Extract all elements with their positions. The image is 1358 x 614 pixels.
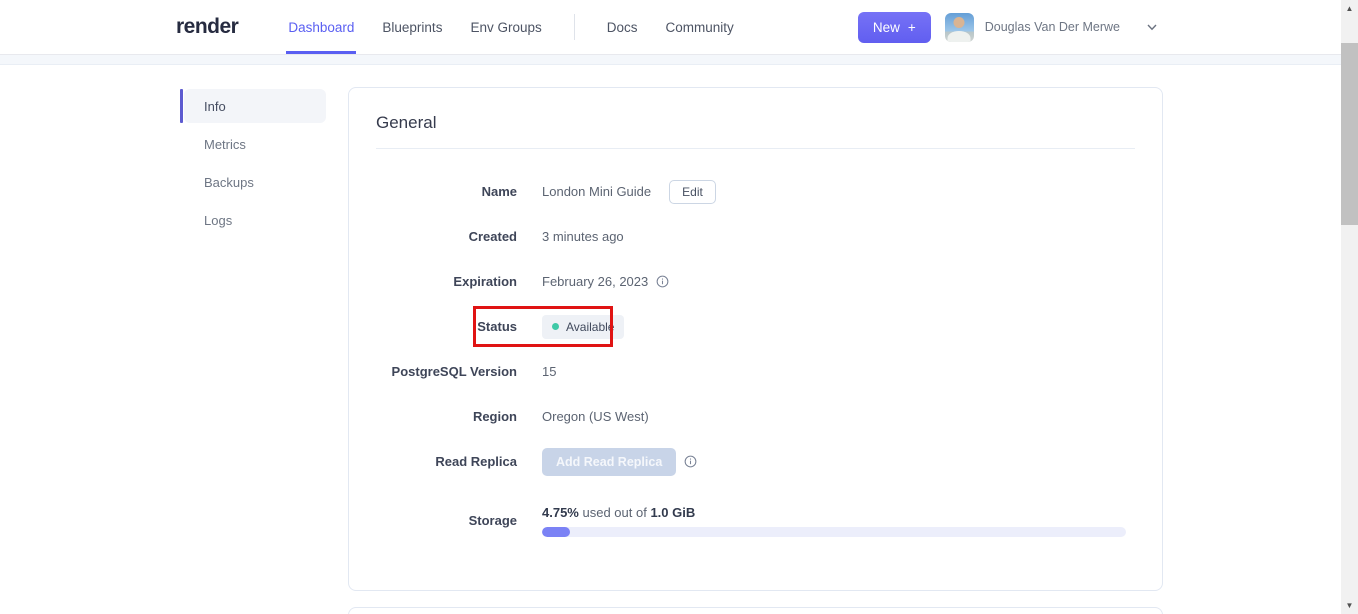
nav-right: New + Douglas Van Der Merwe: [857, 11, 1158, 43]
add-read-replica-button[interactable]: Add Read Replica: [542, 447, 677, 476]
expiration-row: Expiration February 26, 2023: [376, 259, 1135, 304]
scroll-down-arrow-icon[interactable]: ▼: [1341, 597, 1358, 614]
sidebar-item-metrics[interactable]: Metrics: [184, 127, 326, 161]
subnav-strip: [0, 55, 1358, 65]
storage-text: 4.75% used out of 1.0 GiB: [542, 505, 1126, 520]
chevron-down-icon[interactable]: [1146, 21, 1158, 33]
postgres-version-value: 15: [542, 364, 557, 379]
expiration-label: Expiration: [453, 274, 517, 289]
name-value: London Mini Guide: [542, 184, 652, 199]
status-dot-icon: [552, 323, 559, 330]
plus-icon: +: [907, 19, 916, 35]
storage-percent: 4.75%: [542, 504, 579, 520]
nav-links: Dashboard Blueprints Env Groups Docs Com…: [286, 14, 734, 54]
info-icon[interactable]: [684, 455, 697, 468]
top-navbar: render Dashboard Blueprints Env Groups D…: [0, 0, 1358, 55]
postgres-version-row: PostgreSQL Version 15: [376, 349, 1135, 394]
render-logo[interactable]: render: [176, 15, 239, 39]
storage-row: Storage 4.75% used out of 1.0 GiB: [376, 498, 1135, 543]
nav-link-blueprints[interactable]: Blueprints: [382, 20, 442, 35]
postgres-version-label: PostgreSQL Version: [391, 364, 517, 379]
read-replica-value-group: Add Read Replica: [542, 447, 697, 476]
read-replica-label: Read Replica: [435, 454, 517, 469]
user-name[interactable]: Douglas Van Der Merwe: [985, 20, 1120, 34]
avatar[interactable]: [944, 12, 974, 42]
sidebar-item-backups[interactable]: Backups: [184, 165, 326, 199]
storage-middle-text: used out of: [578, 504, 651, 520]
card-divider: [376, 148, 1135, 149]
nav-link-community[interactable]: Community: [666, 20, 734, 35]
status-label: Status: [477, 319, 517, 334]
sidebar: Info Metrics Backups Logs: [180, 87, 326, 614]
storage-value-group: 4.75% used out of 1.0 GiB: [542, 505, 1126, 537]
name-value-group: London Mini Guide Edit: [542, 179, 716, 204]
status-row: Status Available: [376, 304, 1135, 349]
general-card: General Name London Mini Guide Edit Crea…: [348, 87, 1163, 591]
name-label: Name: [481, 184, 517, 199]
edit-button[interactable]: Edit: [669, 179, 716, 204]
storage-total: 1.0 GiB: [650, 504, 696, 520]
name-row: Name London Mini Guide Edit: [376, 169, 1135, 214]
created-value: 3 minutes ago: [542, 229, 624, 244]
status-badge-label: Available: [566, 319, 615, 334]
vertical-scrollbar[interactable]: ▲ ▼: [1341, 0, 1358, 614]
new-button[interactable]: New +: [857, 11, 931, 43]
status-value-group: Available: [542, 314, 625, 339]
nav-link-dashboard[interactable]: Dashboard: [286, 20, 357, 54]
scroll-up-arrow-icon[interactable]: ▲: [1341, 0, 1358, 17]
region-label: Region: [472, 409, 517, 424]
scrollbar-thumb[interactable]: [1341, 43, 1358, 225]
storage-label: Storage: [468, 513, 517, 528]
new-button-label: New: [872, 19, 900, 35]
nav-divider: [573, 14, 575, 40]
region-value: Oregon (US West): [542, 409, 649, 424]
info-icon[interactable]: [656, 275, 669, 288]
sidebar-item-info[interactable]: Info: [180, 89, 326, 123]
main-content: Info Metrics Backups Logs General Name L…: [0, 65, 1358, 614]
expiration-value: February 26, 2023: [542, 274, 649, 289]
status-badge: Available: [542, 314, 625, 339]
sidebar-item-logs[interactable]: Logs: [184, 203, 326, 237]
created-row: Created 3 minutes ago: [376, 214, 1135, 259]
expiration-value-group: February 26, 2023: [542, 274, 669, 289]
info-rows: Name London Mini Guide Edit Created 3 mi…: [376, 169, 1135, 543]
card-title: General: [376, 113, 437, 132]
created-label: Created: [468, 229, 517, 244]
next-card-top-edge: [348, 607, 1163, 614]
read-replica-row: Read Replica Add Read Replica: [376, 439, 1135, 484]
storage-progress-bar: [542, 526, 1126, 537]
storage-progress-fill: [542, 526, 570, 537]
nav-left: render Dashboard Blueprints Env Groups D…: [176, 14, 734, 54]
nav-link-env-groups[interactable]: Env Groups: [470, 20, 541, 35]
region-row: Region Oregon (US West): [376, 394, 1135, 439]
nav-link-docs[interactable]: Docs: [607, 20, 638, 35]
content-column: General Name London Mini Guide Edit Crea…: [348, 87, 1163, 614]
